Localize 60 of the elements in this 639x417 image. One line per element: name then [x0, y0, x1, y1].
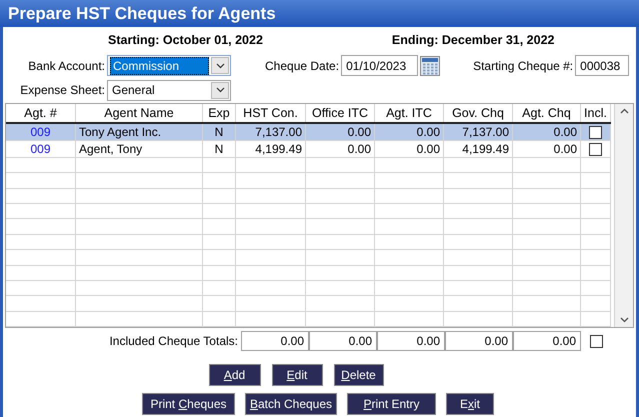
starting-date: Starting: October 01, 2022	[108, 32, 263, 49]
table-cell: N	[203, 124, 236, 140]
field-label: Bank Account:	[27, 58, 105, 74]
table-cell: Agent, Tony	[76, 141, 203, 157]
scrollbar[interactable]	[614, 104, 633, 327]
field-label: Starting Cheque #:	[473, 58, 574, 74]
table-cell: 0.00	[375, 124, 444, 140]
cheque-number-field[interactable]: 000038	[575, 55, 630, 76]
table-cell: 7,137.00	[236, 124, 306, 140]
column-header[interactable]: Office ITC	[306, 104, 375, 122]
window-title: Prepare HST Cheques for Agents	[8, 2, 276, 25]
action-button[interactable]: Batch Cheques	[245, 393, 337, 415]
total-field: 0.00	[445, 331, 513, 351]
chevron-down-icon	[216, 87, 224, 93]
column-header[interactable]: Incl.	[581, 104, 611, 122]
field-label: Cheque Date:	[265, 58, 340, 74]
table-cell: 0.00	[306, 124, 375, 140]
column-header[interactable]: Agt. #	[6, 104, 76, 122]
total-field: 0.00	[241, 331, 309, 351]
table-cell: N	[203, 141, 236, 157]
action-button[interactable]: Exit	[446, 393, 494, 415]
table-cell: 4,199.49	[444, 141, 513, 157]
checkbox[interactable]	[589, 126, 602, 138]
scroll-down-icon[interactable]	[620, 317, 628, 323]
column-header[interactable]: HST Con.	[236, 104, 306, 122]
table-cell: 0.00	[375, 141, 444, 157]
table-cell: 009	[6, 124, 76, 140]
total-field: 0.00	[513, 331, 581, 351]
action-button[interactable]: Add	[208, 364, 260, 386]
chevron-down-icon	[216, 62, 224, 68]
column-header[interactable]: Agt. Chq	[513, 104, 581, 122]
table-row[interactable]: 009 Tony Agent Inc. N 7,137.00 0.00 0.00 7,137.00 0.00	[6, 124, 611, 141]
table-cell: Tony Agent Inc.	[76, 124, 203, 140]
total-field: 0.00	[377, 331, 445, 351]
date-field[interactable]: 01/10/2023	[341, 55, 418, 76]
field-label: Expense Sheet:	[19, 82, 105, 99]
action-button[interactable]: Print Entry	[347, 393, 436, 415]
column-header[interactable]: Exp	[203, 104, 236, 122]
dropdown[interactable]: General	[107, 80, 231, 100]
table-cell: 7,137.00	[444, 124, 513, 140]
table-cell: 0.00	[513, 124, 581, 140]
column-header[interactable]: Agent Name	[76, 104, 203, 122]
column-header[interactable]: Gov. Chq	[444, 104, 513, 122]
dropdown[interactable]: Commission	[107, 55, 231, 76]
action-button[interactable]: Delete	[334, 364, 384, 386]
table-cell: 0.00	[513, 141, 581, 157]
checkbox[interactable]	[589, 142, 602, 156]
table-cell: 009	[6, 141, 76, 157]
total-field: 0.00	[309, 331, 377, 351]
column-header[interactable]: Agt. ITC	[375, 104, 444, 122]
scroll-up-icon[interactable]	[620, 108, 628, 114]
action-button[interactable]: Print Cheques	[142, 393, 235, 415]
ending-date: Ending: December 31, 2022	[392, 32, 554, 49]
calendar-icon[interactable]	[420, 56, 440, 76]
action-button[interactable]: Edit	[272, 364, 322, 386]
table-cell: 4,199.49	[236, 141, 306, 157]
checkbox[interactable]	[590, 334, 603, 348]
table-cell: 0.00	[306, 141, 375, 157]
table-row[interactable]: 009 Agent, Tony N 4,199.49 0.00 0.00 4,199.49 0.00	[6, 141, 611, 158]
totals-label: Included Cheque Totals:	[108, 333, 238, 350]
